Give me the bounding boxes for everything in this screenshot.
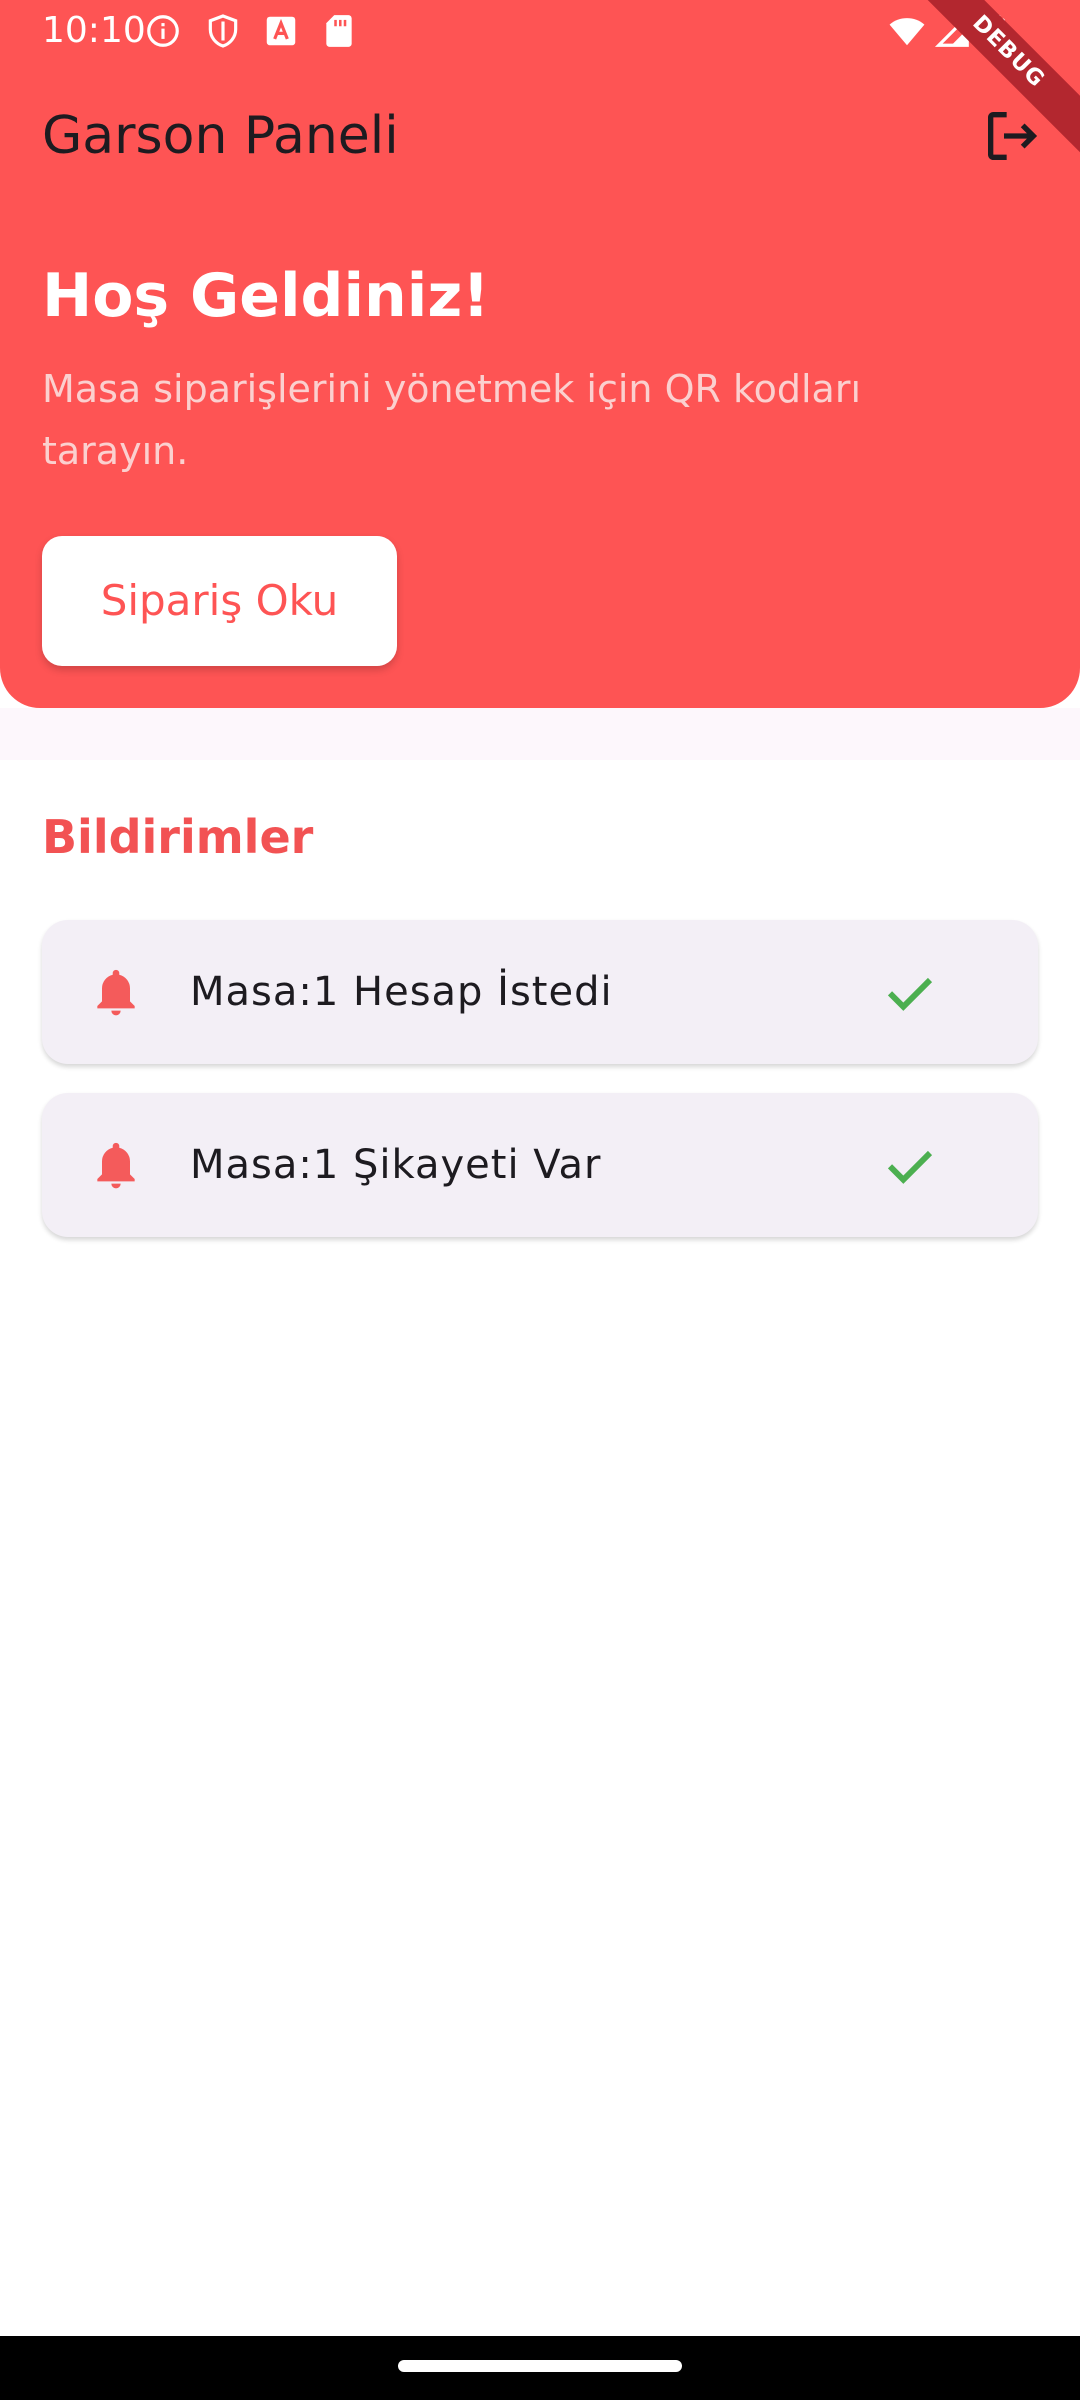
status-time: 10:10 [42,10,146,51]
logout-icon[interactable] [980,104,1044,168]
notifications-title: Bildirimler [42,810,314,864]
font-icon [262,12,300,50]
notification-item[interactable]: Masa:1 Şikayeti Var [42,1093,1038,1237]
header-divider-strip [0,708,1080,760]
page-title: Garson Paneli [42,106,399,166]
check-icon[interactable] [878,960,942,1024]
notification-text: Masa:1 Şikayeti Var [190,1142,602,1188]
shield-icon [204,12,242,50]
home-indicator[interactable] [398,2360,682,2372]
status-bar: 10:10 [0,0,1080,62]
scan-order-button[interactable]: Sipariş Oku [42,536,397,666]
welcome-subtitle: Masa siparişlerini yönetmek için QR kodl… [42,367,862,473]
bell-icon [88,1137,144,1193]
wifi-icon [888,12,926,50]
welcome-title: Hoş Geldiniz! [42,261,490,331]
sd-card-icon [320,12,358,50]
check-icon[interactable] [878,1133,942,1197]
bell-icon [88,964,144,1020]
notification-text: Masa:1 Hesap İstedi [190,969,613,1015]
notification-item[interactable]: Masa:1 Hesap İstedi [42,920,1038,1064]
screen: 10:10 DEBUG Garson Paneli Hoş Geldiniz! … [0,0,1080,2400]
info-icon [144,12,182,50]
system-nav-bar [0,2336,1080,2400]
